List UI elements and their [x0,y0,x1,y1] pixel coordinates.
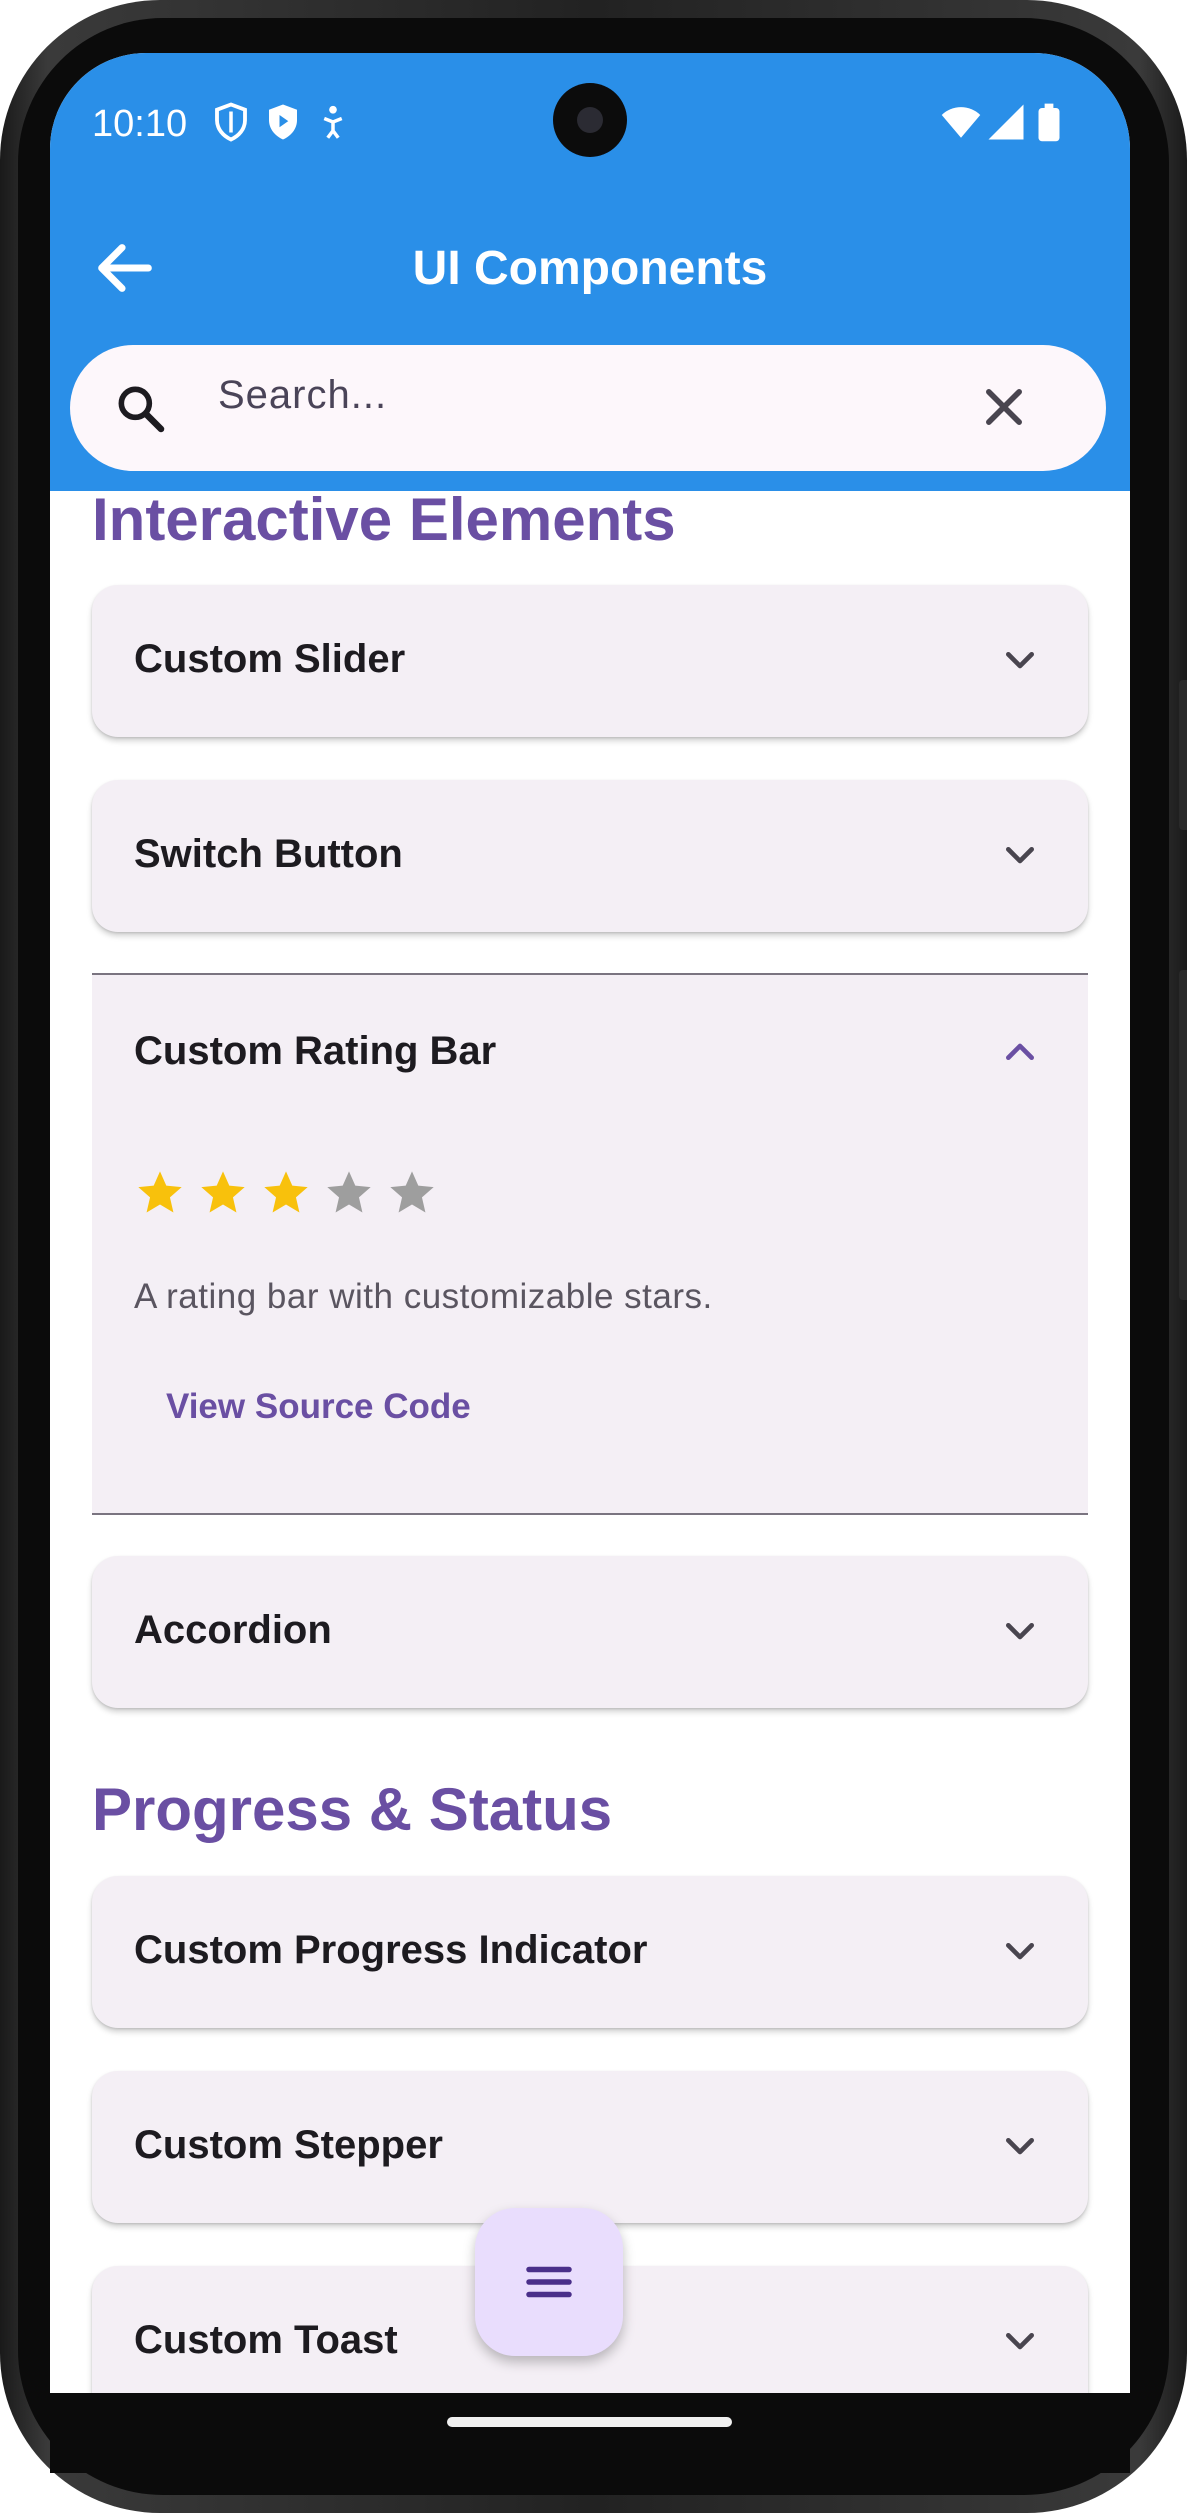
card-accordion[interactable]: Accordion [92,1556,1088,1708]
chevron-down-icon [1006,1623,1034,1640]
search-input[interactable]: Search... [218,373,387,418]
home-indicator[interactable] [447,2417,732,2427]
card-title: Custom Progress Indicator [134,1928,648,1972]
card-custom-progress-indicator[interactable]: Custom Progress Indicator [92,1876,1088,2028]
menu-fab[interactable] [475,2208,623,2356]
star-icon[interactable] [134,1167,186,1219]
card-title: Custom Toast [134,2318,398,2362]
signal-icon [988,104,1024,140]
view-source-code-link[interactable]: View Source Code [166,1387,471,1427]
app-bar: 10:10 UI Components Search... [50,53,1130,491]
status-bar: 10:10 [50,53,1130,183]
navigation-bar [50,2393,1130,2473]
chevron-down-icon [1006,1943,1034,1960]
wifi-icon [941,107,981,138]
chevron-down-icon [1006,652,1034,669]
card-custom-rating-bar: Custom Rating Bar A rating bar with cust… [92,973,1088,1515]
chevron-down-icon [1006,847,1034,864]
chevron-up-icon[interactable] [1000,1031,1040,1071]
shield-outline-icon [215,102,247,142]
search-bar[interactable]: Search... [70,345,1106,471]
star-icon[interactable] [260,1167,312,1219]
screen: 10:10 UI Components Search... Interactiv… [50,53,1130,2393]
menu-icon [526,2266,572,2298]
volume-button [1179,680,1187,830]
card-title: Accordion [134,1608,332,1652]
card-title: Switch Button [134,832,403,876]
close-icon[interactable] [978,381,1030,433]
page-title: UI Components [412,242,768,295]
card-custom-stepper[interactable]: Custom Stepper [92,2071,1088,2223]
card-title: Custom Slider [134,637,406,681]
chevron-down-icon [1006,2138,1034,2155]
status-time: 10:10 [92,103,188,145]
star-outline-icon[interactable] [323,1167,375,1219]
search-icon [118,386,165,433]
card-title: Custom Stepper [134,2123,443,2167]
section-heading-interactive: Interactive Elements [92,486,676,553]
card-switch-button[interactable]: Switch Button [92,780,1088,932]
rating-description: A rating bar with customizable stars. [134,1277,713,1316]
chevron-down-icon [1006,2333,1034,2350]
front-camera [553,83,627,157]
star-outline-icon[interactable] [386,1167,438,1219]
power-button [1179,970,1187,1300]
section-heading-progress: Progress & Status [92,1776,613,1843]
shield-play-icon [269,104,297,140]
star-icon[interactable] [197,1167,249,1219]
rating-bar[interactable] [134,1167,438,1219]
card-title[interactable]: Custom Rating Bar [134,1029,496,1074]
battery-icon [1038,103,1060,142]
accessibility-icon [323,105,343,139]
title-bar: UI Components [50,223,1130,313]
card-custom-slider[interactable]: Custom Slider [92,585,1088,737]
